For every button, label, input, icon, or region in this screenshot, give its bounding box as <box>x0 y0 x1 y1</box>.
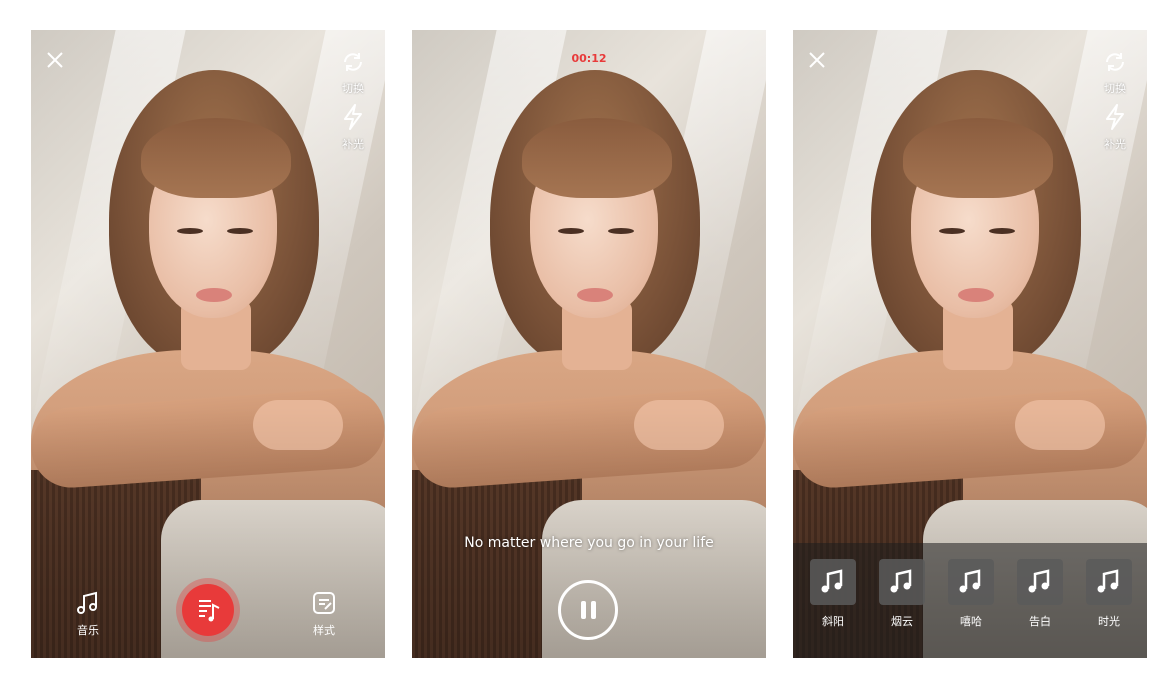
music-note-icon <box>959 569 981 593</box>
music-label: 音乐 <box>77 624 99 637</box>
switch-camera-label: 切换 <box>342 82 364 95</box>
music-style-label: 烟云 <box>891 615 913 628</box>
music-note-icon <box>77 591 97 614</box>
camera-screen-music-select: 切换 补光 斜阳 烟云 嘻哈 告白 时光 <box>793 30 1147 658</box>
music-note-icon <box>1028 569 1050 593</box>
switch-camera-button[interactable]: 切换 <box>1097 50 1133 96</box>
music-style-label: 嘻哈 <box>960 615 982 628</box>
music-style-label: 时光 <box>1098 615 1120 628</box>
switch-camera-label: 切换 <box>1104 82 1126 95</box>
pause-icon-bar <box>591 601 596 619</box>
close-button[interactable] <box>807 50 827 70</box>
camera-preview-photo <box>31 30 385 658</box>
music-style-label: 斜阳 <box>822 615 844 628</box>
camera-screen-idle: 切换 补光 音乐 样式 <box>31 30 385 658</box>
music-button[interactable]: 音乐 <box>75 590 101 638</box>
style-button[interactable]: 样式 <box>311 590 337 638</box>
music-style-label: 告白 <box>1029 615 1051 628</box>
music-style-item[interactable]: 告白 <box>1016 559 1064 629</box>
refresh-icon <box>344 53 362 71</box>
fill-light-label: 补光 <box>1104 138 1126 151</box>
close-button[interactable] <box>45 50 65 70</box>
style-edit-icon <box>313 592 335 614</box>
fill-light-button[interactable]: 补光 <box>1097 104 1133 152</box>
flash-icon <box>344 104 362 130</box>
music-note-icon <box>890 569 912 593</box>
close-icon <box>47 52 63 68</box>
music-style-panel: 斜阳 烟云 嘻哈 告白 时光 <box>793 543 1147 658</box>
music-note-icon <box>1097 569 1119 593</box>
refresh-icon <box>1106 53 1124 71</box>
music-style-item[interactable]: 斜阳 <box>809 559 857 629</box>
fill-light-button[interactable]: 补光 <box>335 104 371 152</box>
camera-screen-recording: 00:12 No matter where you go in your lif… <box>412 30 766 658</box>
recording-timer: 00:12 <box>571 52 607 65</box>
style-label: 样式 <box>313 624 335 637</box>
flash-icon <box>1106 104 1124 130</box>
music-list-icon <box>199 600 220 622</box>
music-style-item[interactable]: 时光 <box>1085 559 1133 629</box>
camera-preview-photo <box>412 30 766 658</box>
music-note-icon <box>821 569 843 593</box>
pause-button[interactable] <box>558 580 618 640</box>
close-icon <box>809 52 825 68</box>
lyric-text: No matter where you go in your life <box>464 535 714 551</box>
music-style-item[interactable]: 烟云 <box>878 559 926 629</box>
music-style-item[interactable]: 嘻哈 <box>947 559 995 629</box>
fill-light-label: 补光 <box>342 138 364 151</box>
pause-icon <box>581 601 586 619</box>
record-button[interactable] <box>176 578 240 642</box>
switch-camera-button[interactable]: 切换 <box>335 50 371 96</box>
